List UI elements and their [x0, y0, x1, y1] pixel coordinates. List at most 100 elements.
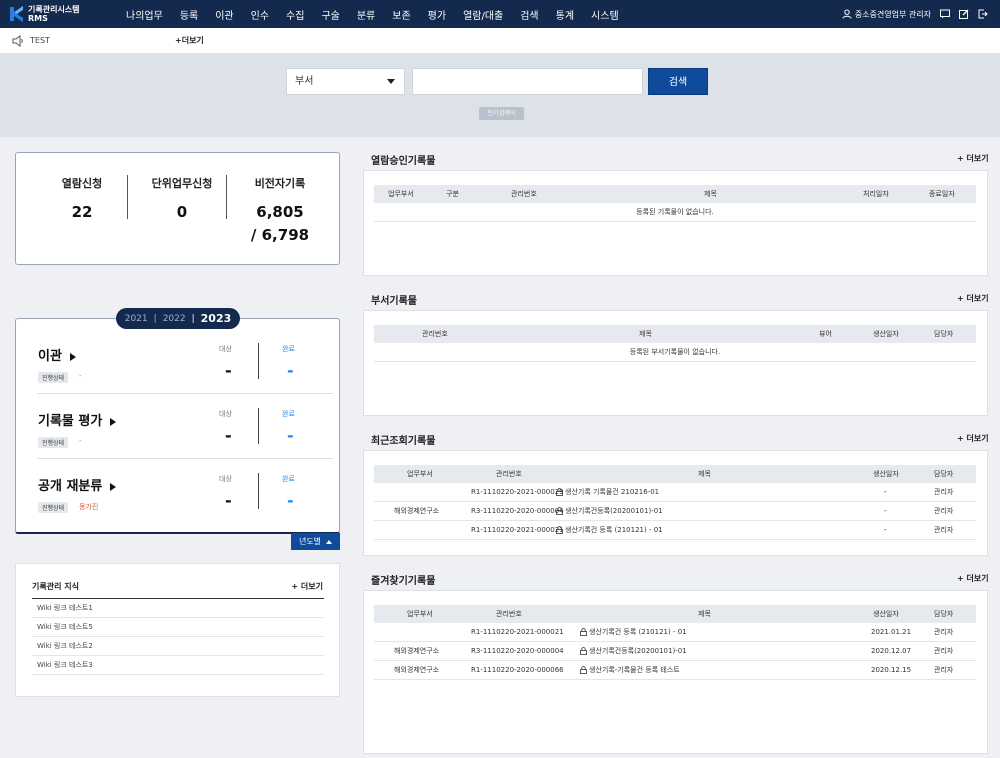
logo[interactable]: 기록관리시스템 RMS: [10, 5, 120, 23]
search-button[interactable]: 검색: [648, 68, 708, 95]
cell-id: R1-1110220-2021-000021: [471, 526, 564, 534]
caret-up-icon: [326, 539, 333, 544]
done-value[interactable]: -: [287, 426, 294, 445]
cell-id: R1-1110220-2020-000066: [471, 666, 564, 674]
table-row[interactable]: R1-1110220-2021-000021 생산기록건 등록 (210121)…: [374, 521, 976, 540]
cell-title[interactable]: 생산기록건 등록 (210121) - 01: [556, 521, 663, 540]
done-label: 완료: [282, 410, 295, 418]
table-header: 업무부서 관리번호 제목 생산일자 담당자: [374, 465, 976, 483]
row-title[interactable]: 공개 재분류: [38, 475, 117, 494]
divider: [127, 175, 128, 219]
done-value[interactable]: -: [287, 491, 294, 510]
knowledge-item[interactable]: Wiki 링크 테스트2: [32, 637, 324, 656]
year-tab-2021[interactable]: 2021: [125, 314, 148, 324]
recent-more-link[interactable]: + 더보기: [957, 433, 989, 444]
cell-id: R1-1110220-2021-000029: [471, 488, 564, 496]
cell-title[interactable]: 생산기록-기록물건 등록 테스트: [580, 661, 680, 680]
message-icon[interactable]: [940, 9, 950, 19]
menu-item[interactable]: 열람/대출: [463, 7, 503, 22]
target-value[interactable]: -: [225, 491, 232, 510]
dept-select[interactable]: 부서: [286, 68, 405, 95]
menu-item[interactable]: 수집: [286, 7, 304, 22]
cell-dept: 해외경제연구소: [394, 507, 440, 515]
table-row[interactable]: 해외경제연구소 R1-1110220-2020-000066 생산기록-기록물건…: [374, 661, 976, 680]
column-header: 생산일자: [873, 610, 899, 618]
user-name[interactable]: 중소중견영업부 관리자: [855, 9, 931, 20]
knowledge-more-link[interactable]: + 더보기: [291, 581, 323, 592]
by-year-label: 년도별: [298, 537, 322, 546]
dept-more-link[interactable]: + 더보기: [957, 293, 989, 304]
user-icon: [842, 9, 852, 19]
cell-title[interactable]: 생산기록건등록(20200101)-01: [580, 642, 687, 661]
favorite-panel: 업무부서 관리번호 제목 생산일자 담당자 R1-1110220-2021-00…: [363, 590, 988, 754]
cell-owner: 관리자: [934, 526, 954, 534]
cell-id: R1-1110220-2021-000021: [471, 628, 564, 636]
table-row[interactable]: R1-1110220-2021-000029 생산기록 기록물건 210216-…: [374, 483, 976, 502]
year-tab-2022[interactable]: 2022: [163, 314, 186, 324]
menu-item[interactable]: 평가: [428, 7, 446, 22]
status-value: -: [79, 437, 82, 445]
row-title[interactable]: 기록물 평가: [38, 410, 117, 429]
table-row[interactable]: 해외경제연구소 R3-1110220-2020-000004 생산기록건등록(2…: [374, 502, 976, 521]
column-header: 담당자: [934, 330, 954, 338]
table-header: 관리번호 제목 뷰어 생산일자 담당자: [374, 325, 976, 343]
target-value[interactable]: -: [225, 361, 232, 380]
menu-item[interactable]: 등록: [180, 7, 198, 22]
done-value[interactable]: -: [287, 361, 294, 380]
column-header: 생산일자: [873, 470, 899, 478]
cell-dept: 해외경제연구소: [394, 666, 440, 674]
done-label: 완료: [282, 475, 295, 483]
table-row[interactable]: 해외경제연구소 R3-1110220-2020-000004 생산기록건등록(2…: [374, 642, 976, 661]
menu-item[interactable]: 나의업무: [126, 7, 163, 22]
search-input[interactable]: [412, 68, 643, 95]
column-header: 종료일자: [929, 190, 955, 198]
divider: [258, 408, 259, 444]
column-header: 관리번호: [496, 610, 522, 618]
stat-unit-task-request[interactable]: 단위업무신청 0: [140, 175, 224, 221]
notice-more-link[interactable]: +더보기: [175, 35, 204, 46]
menu-item[interactable]: 통계: [556, 7, 574, 22]
target-value[interactable]: -: [225, 426, 232, 445]
column-header: 담당자: [934, 470, 954, 478]
menu-item[interactable]: 분류: [357, 7, 375, 22]
edit-icon[interactable]: [959, 9, 969, 19]
lock-icon: [580, 647, 587, 655]
knowledge-item[interactable]: Wiki 링크 테스트1: [32, 599, 324, 618]
stats-card: 열람신청 22 단위업무신청 0 비전자기록 6,805 / 6,798: [15, 152, 340, 265]
stat-view-request[interactable]: 열람신청 22: [46, 175, 118, 221]
approval-more-link[interactable]: + 더보기: [957, 153, 989, 164]
knowledge-item[interactable]: Wiki 링크 테스트5: [32, 618, 324, 637]
by-year-button[interactable]: 년도별: [291, 533, 340, 550]
cell-title[interactable]: 생산기록건 등록 (210121) - 01: [580, 623, 687, 642]
cell-title[interactable]: 생산기록 기록물건 210216-01: [556, 483, 659, 502]
cell-owner: 관리자: [934, 647, 954, 655]
table-row[interactable]: R1-1110220-2021-000021 생산기록건 등록 (210121)…: [374, 623, 976, 642]
menu-item[interactable]: 보존: [392, 7, 410, 22]
status-value: 몽가진: [79, 503, 99, 511]
popular-search-button[interactable]: 인기검색어: [479, 107, 524, 120]
menu-item[interactable]: 구술: [321, 7, 339, 22]
notice-text[interactable]: TEST: [30, 36, 50, 45]
menu-item[interactable]: 인수: [251, 7, 269, 22]
menu-item[interactable]: 이관: [215, 7, 233, 22]
row-title[interactable]: 이관: [38, 345, 76, 364]
divider: [258, 343, 259, 379]
search-bar: 부서 검색 인기검색어: [0, 53, 1000, 137]
year-separator: |: [153, 313, 157, 324]
status-badge: 진행상태: [38, 372, 69, 383]
play-arrow-icon: [110, 417, 117, 426]
stat-non-electronic[interactable]: 비전자기록 6,805 / 6,798: [244, 175, 316, 244]
year-tab-2023[interactable]: 2023: [201, 312, 232, 325]
caret-down-icon: [387, 79, 395, 84]
favorite-more-link[interactable]: + 더보기: [957, 573, 989, 584]
cell-title[interactable]: 생산기록건등록(20200101)-01: [556, 502, 663, 521]
column-header: 제목: [704, 190, 717, 198]
menu-item[interactable]: 검색: [520, 7, 538, 22]
approval-panel: 업무부서 구분 관리번호 제목 처리일자 종료일자 등록된 기록물이 없습니다.: [363, 170, 988, 276]
recent-panel-title: 최근조회기록물: [371, 436, 436, 447]
cell-owner: 관리자: [934, 507, 954, 515]
recent-panel: 업무부서 관리번호 제목 생산일자 담당자 R1-1110220-2021-00…: [363, 450, 988, 556]
menu-item[interactable]: 시스템: [591, 7, 619, 22]
logout-icon[interactable]: [978, 9, 988, 19]
knowledge-item[interactable]: Wiki 링크 테스트3: [32, 656, 324, 675]
